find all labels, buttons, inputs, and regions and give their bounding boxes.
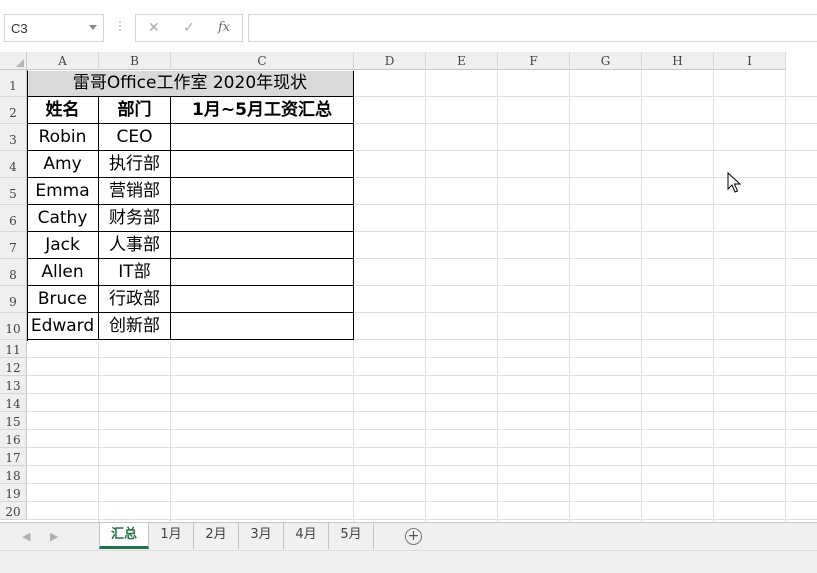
scroll-right-icon[interactable]: ▶ xyxy=(50,530,58,543)
row-header-19[interactable]: 19 xyxy=(0,484,27,502)
row-header-2[interactable]: 2 xyxy=(0,97,27,124)
sheet-tab-month-4[interactable]: 4月 xyxy=(284,523,329,549)
title-cell[interactable]: 雷哥Office工作室 2020年现状 xyxy=(27,70,354,97)
row-header-15[interactable]: 15 xyxy=(0,412,27,430)
table-cell[interactable]: 营销部 xyxy=(99,178,171,205)
sheet-tab-bar: ◀ ▶ 汇总 1月 2月 3月 4月 5月 + xyxy=(0,522,817,550)
table-cell[interactable] xyxy=(171,286,354,313)
header-cell[interactable]: 部门 xyxy=(99,97,171,124)
gridline-col xyxy=(569,70,570,522)
sheet-tab-month-2[interactable]: 2月 xyxy=(194,523,239,549)
table-cell[interactable]: 行政部 xyxy=(99,286,171,313)
gridline-row xyxy=(27,501,817,502)
row-header-4[interactable]: 4 xyxy=(0,151,27,178)
table-cell[interactable]: 执行部 xyxy=(99,151,171,178)
column-header-i[interactable]: I xyxy=(714,52,786,70)
table-cell[interactable]: Jack xyxy=(27,232,99,259)
table-cell[interactable] xyxy=(171,205,354,232)
gridline-row xyxy=(27,519,817,520)
table-cell[interactable] xyxy=(171,151,354,178)
row-header-9[interactable]: 9 xyxy=(0,286,27,313)
table-cell[interactable]: Edward xyxy=(27,313,99,340)
gridline-row xyxy=(27,357,817,358)
row-header-6[interactable]: 6 xyxy=(0,205,27,232)
column-header-e[interactable]: E xyxy=(426,52,498,70)
insert-function-button[interactable]: fx xyxy=(218,20,230,35)
table-cell[interactable] xyxy=(171,259,354,286)
gridline-col xyxy=(785,70,786,522)
row-header-1[interactable]: 1 xyxy=(0,70,27,97)
sheet-tab-summary[interactable]: 汇总 xyxy=(99,523,149,549)
row-header-17[interactable]: 17 xyxy=(0,448,27,466)
gridline-col xyxy=(497,70,498,522)
row-header-12[interactable]: 12 xyxy=(0,358,27,376)
gridline-row xyxy=(27,429,817,430)
gridline-row xyxy=(27,411,817,412)
sheet-tab-month-1[interactable]: 1月 xyxy=(149,523,194,549)
formula-buttons: ✕ ✓ fx xyxy=(135,14,243,42)
table-cell[interactable]: IT部 xyxy=(99,259,171,286)
row-header-10[interactable]: 10 xyxy=(0,313,27,340)
table-cell[interactable]: Bruce xyxy=(27,286,99,313)
column-header-h[interactable]: H xyxy=(642,52,714,70)
row-header-14[interactable]: 14 xyxy=(0,394,27,412)
column-header-d[interactable]: D xyxy=(354,52,426,70)
cancel-icon[interactable]: ✕ xyxy=(148,20,160,36)
name-box[interactable]: C3 xyxy=(4,14,104,42)
name-box-value: C3 xyxy=(11,21,28,36)
table-cell[interactable]: Emma xyxy=(27,178,99,205)
column-header-f[interactable]: F xyxy=(498,52,570,70)
select-all-icon xyxy=(16,59,24,67)
gridline-row xyxy=(27,375,817,376)
column-header-b[interactable]: B xyxy=(99,52,171,70)
gridline-row xyxy=(27,393,817,394)
header-cell[interactable]: 姓名 xyxy=(27,97,99,124)
row-header-18[interactable]: 18 xyxy=(0,466,27,484)
table-cell[interactable]: Amy xyxy=(27,151,99,178)
gridline-col xyxy=(713,70,714,522)
checkmark-icon[interactable]: ✓ xyxy=(183,20,195,36)
row-header-5[interactable]: 5 xyxy=(0,178,27,205)
select-all-button[interactable] xyxy=(0,52,27,70)
formula-input[interactable] xyxy=(248,14,817,42)
row-header-3[interactable]: 3 xyxy=(0,124,27,151)
chevron-down-icon[interactable] xyxy=(89,25,97,30)
table-cell[interactable] xyxy=(171,178,354,205)
column-header-a[interactable]: A xyxy=(27,52,99,70)
status-bar xyxy=(0,550,817,573)
gridline-row xyxy=(27,483,817,484)
table-cell[interactable] xyxy=(171,124,354,151)
row-header-7[interactable]: 7 xyxy=(0,232,27,259)
table-cell[interactable] xyxy=(171,232,354,259)
table-cell[interactable]: Allen xyxy=(27,259,99,286)
table-cell[interactable]: Cathy xyxy=(27,205,99,232)
gridline-row xyxy=(27,465,817,466)
column-header-c[interactable]: C xyxy=(171,52,354,70)
gridline-col xyxy=(641,70,642,522)
sheet-tab-month-3[interactable]: 3月 xyxy=(239,523,284,549)
scroll-left-icon[interactable]: ◀ xyxy=(22,530,30,543)
row-header-8[interactable]: 8 xyxy=(0,259,27,286)
table-cell[interactable]: 人事部 xyxy=(99,232,171,259)
sheet-tab-month-5[interactable]: 5月 xyxy=(329,523,374,549)
row-header-20[interactable]: 20 xyxy=(0,502,27,520)
spreadsheet-grid[interactable]: ABCDEFGHI 1 2 3 4 5 6 7 8 9 10 11 12 13 14 15 16 17 18 19 2… xyxy=(0,52,817,522)
table-cell[interactable]: 财务部 xyxy=(99,205,171,232)
formula-bar: C3 ⋮ ✕ ✓ fx xyxy=(0,0,817,52)
gridline-col xyxy=(425,70,426,522)
more-options-icon[interactable]: ⋮ xyxy=(114,17,126,35)
table-cell[interactable]: 创新部 xyxy=(99,313,171,340)
row-header-16[interactable]: 16 xyxy=(0,430,27,448)
add-sheet-icon[interactable]: + xyxy=(405,528,422,545)
table-cell[interactable]: Robin xyxy=(27,124,99,151)
mouse-cursor-icon xyxy=(727,172,741,193)
row-header-11[interactable]: 11 xyxy=(0,340,27,358)
column-header-g[interactable]: G xyxy=(570,52,642,70)
table-cell[interactable] xyxy=(171,313,354,340)
table-cell[interactable]: CEO xyxy=(99,124,171,151)
row-header-13[interactable]: 13 xyxy=(0,376,27,394)
header-cell[interactable]: 1月~5月工资汇总 xyxy=(171,97,354,124)
gridline-row xyxy=(27,447,817,448)
